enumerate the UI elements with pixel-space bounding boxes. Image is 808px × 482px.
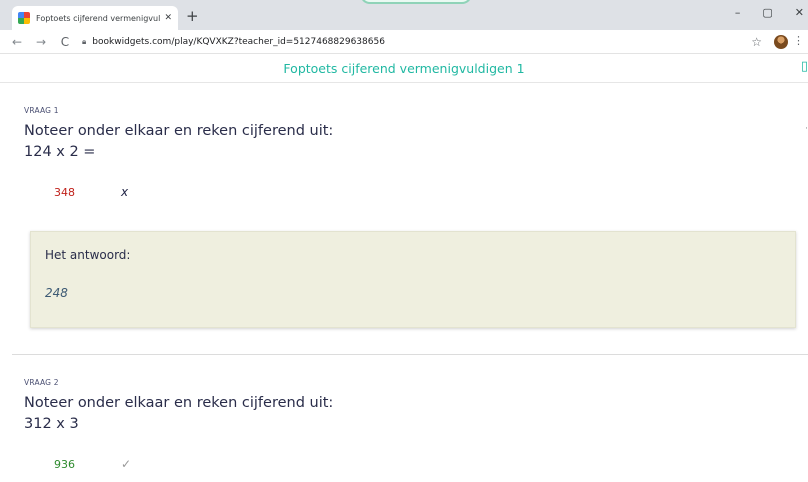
menu-dots-icon[interactable]: ⋮	[793, 34, 804, 47]
question-2-label: VRAAG 2	[24, 378, 59, 387]
browser-tab[interactable]: Foptoets cijferend vermenigvuldi ✕	[12, 6, 178, 30]
page-title: Foptoets cijferend vermenigvuldigen 1	[283, 61, 525, 76]
address-bar[interactable]: 🔒︎ bookwidgets.com/play/KQVXKZ?teacher_i…	[82, 37, 385, 47]
maximize-button[interactable]: ▢	[762, 6, 772, 19]
question-2-prompt: Noteer onder elkaar en reken cijferend u…	[24, 395, 334, 411]
feedback-label: Het antwoord:	[45, 248, 131, 262]
bookmark-star-icon[interactable]: ☆	[751, 35, 762, 49]
question-1-given-answer: 348	[54, 186, 75, 199]
bookwidgets-favicon-icon	[18, 12, 30, 24]
tab-title: Foptoets cijferend vermenigvuldi	[36, 13, 161, 23]
lock-icon: 🔒︎	[82, 36, 87, 46]
question-2-expression: 312 x 3	[24, 416, 79, 432]
back-arrow-icon[interactable]: ←	[10, 35, 24, 49]
url-text[interactable]: bookwidgets.com/play/KQVXKZ?teacher_id=5…	[92, 37, 385, 47]
page-header: Foptoets cijferend vermenigvuldigen 1 ▯	[0, 55, 808, 83]
browser-toolbar: ← → C 🔒︎ bookwidgets.com/play/KQVXKZ?tea…	[0, 30, 808, 54]
feedback-correct-value: 248	[45, 286, 68, 300]
profile-avatar[interactable]	[774, 35, 788, 49]
question-1-prompt: Noteer onder elkaar en reken cijferend u…	[24, 123, 334, 139]
correct-answer-box: Het antwoord: 248	[30, 231, 796, 328]
close-window-button[interactable]: ✕	[795, 6, 804, 19]
question-divider	[12, 354, 808, 355]
reload-icon[interactable]: C	[58, 35, 72, 49]
forward-arrow-icon[interactable]: →	[34, 35, 48, 49]
top-pill-decoration	[360, 0, 472, 4]
question-1-label: VRAAG 1	[24, 106, 59, 115]
wrong-cross-icon: x	[121, 185, 129, 199]
question-2-given-answer: 936	[54, 458, 75, 471]
new-tab-button[interactable]: +	[186, 7, 199, 25]
window-controls: – ▢ ✕	[735, 6, 808, 19]
minimize-button[interactable]: –	[735, 6, 741, 19]
browser-tabstrip: Foptoets cijferend vermenigvuldi ✕ + – ▢…	[0, 0, 808, 30]
question-1-expression: 124 x 2 =	[24, 144, 96, 160]
check-mark-icon: ✓	[121, 457, 132, 471]
trash-icon[interactable]: ▯	[801, 59, 808, 74]
tab-close-icon[interactable]: ✕	[164, 13, 172, 23]
